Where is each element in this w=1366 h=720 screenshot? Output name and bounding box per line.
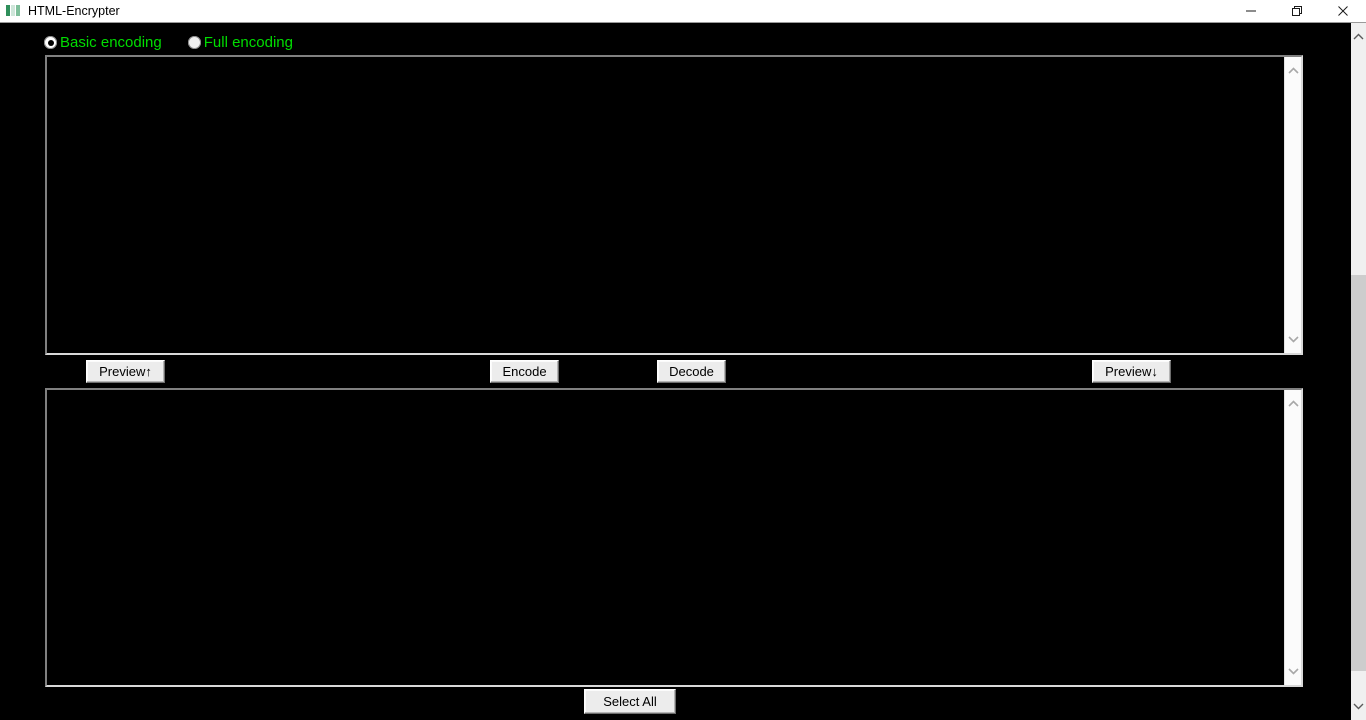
chevron-up-icon[interactable] [1351, 28, 1366, 45]
decode-button[interactable]: Decode [657, 360, 726, 383]
output-textarea[interactable] [51, 392, 1281, 683]
radio-basic-encoding-indicator[interactable] [44, 36, 57, 49]
output-textarea-scrollbar[interactable] [1284, 390, 1301, 685]
preview-up-button[interactable]: Preview↑ [86, 360, 165, 383]
radio-full-encoding-indicator[interactable] [187, 36, 201, 49]
window-controls [1228, 0, 1366, 22]
title-bar: HTML-Encrypter [0, 0, 1366, 23]
chevron-down-icon[interactable] [1285, 331, 1302, 348]
preview-down-button[interactable]: Preview↓ [1092, 360, 1171, 383]
chevron-down-icon[interactable] [1285, 663, 1302, 680]
input-textarea-scrollbar[interactable] [1284, 57, 1301, 353]
radio-basic-encoding[interactable]: Basic encoding [44, 34, 162, 51]
radio-basic-encoding-label: Basic encoding [60, 34, 162, 51]
app-icon [5, 3, 21, 19]
restore-icon[interactable] [1274, 0, 1320, 22]
window-scrollbar[interactable] [1351, 23, 1366, 720]
output-textarea-frame [45, 388, 1303, 687]
window-title: HTML-Encrypter [28, 3, 120, 18]
encoding-mode-group: Basic encoding Full encoding [44, 34, 319, 51]
window-scrollbar-thumb[interactable] [1351, 275, 1366, 671]
chevron-up-icon[interactable] [1285, 395, 1302, 412]
chevron-up-icon[interactable] [1285, 62, 1302, 79]
chevron-down-icon[interactable] [1351, 698, 1366, 715]
input-textarea[interactable] [51, 59, 1281, 351]
select-all-button[interactable]: Select All [584, 689, 676, 714]
radio-full-encoding-label: Full encoding [203, 34, 293, 51]
close-icon[interactable] [1320, 0, 1366, 22]
radio-full-encoding[interactable]: Full encoding [187, 34, 293, 51]
app-canvas: Basic encoding Full encoding Preview↑ En… [0, 23, 1351, 720]
minimize-icon[interactable] [1228, 0, 1274, 22]
input-textarea-frame [45, 55, 1303, 355]
encode-button[interactable]: Encode [490, 360, 559, 383]
